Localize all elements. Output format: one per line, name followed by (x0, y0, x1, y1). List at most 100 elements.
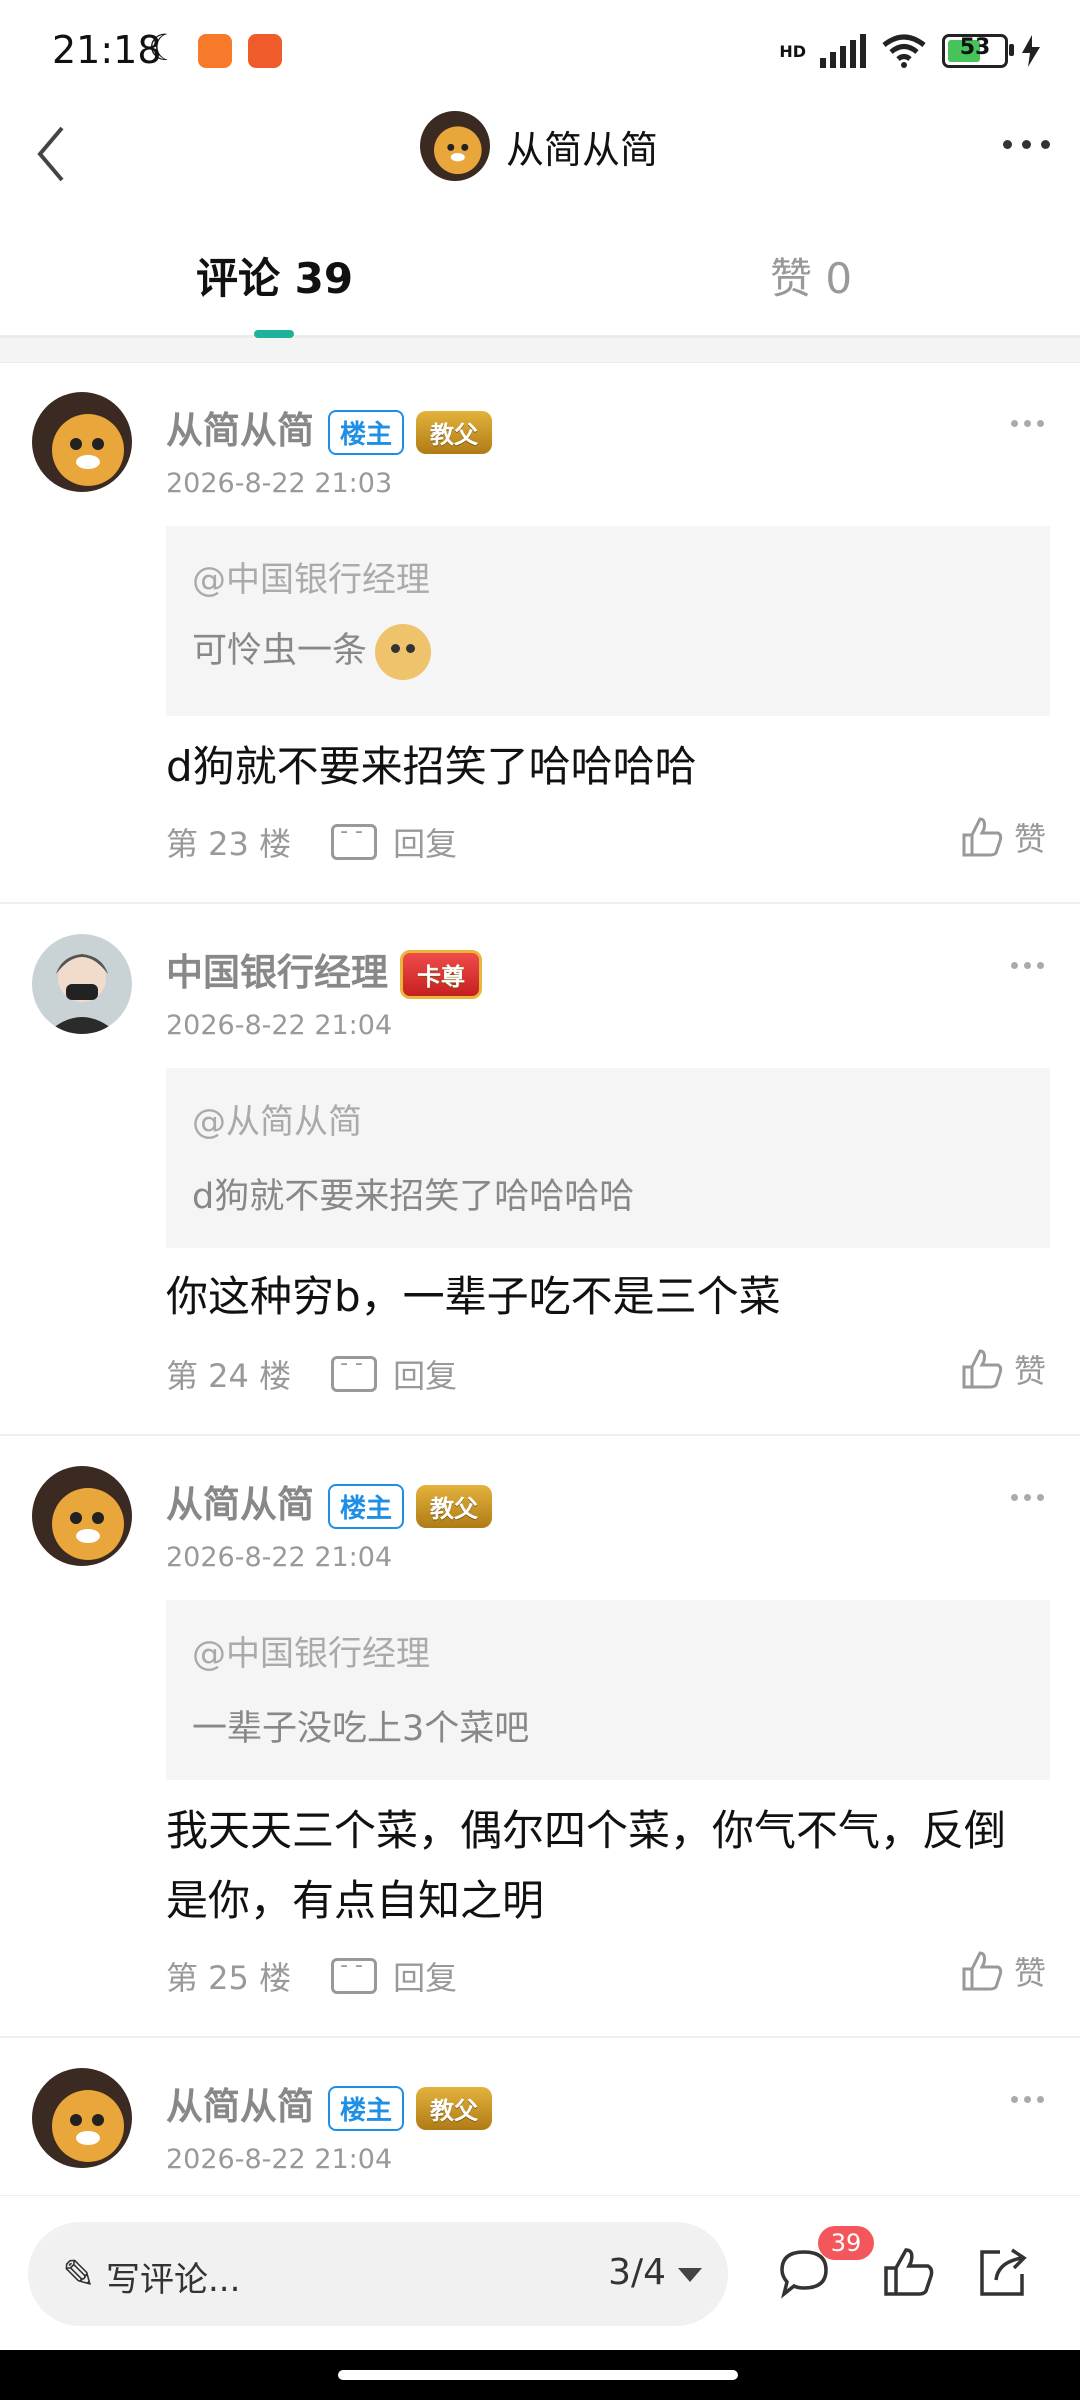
thumbs-up-icon (962, 817, 1003, 857)
medal-badge: 教父 (416, 1485, 493, 1528)
status-time: 21:18 (52, 28, 162, 72)
avatar[interactable] (32, 1466, 132, 1566)
owner-badge: 楼主 (328, 410, 405, 455)
like-button[interactable]: 赞 (960, 1346, 1046, 1392)
wifi-icon (882, 34, 926, 68)
comment-list: 从简从简 楼主 教父 2026-8-22 21:03 @中国银行经理 可怜虫一条 d… (0, 362, 1080, 2238)
comment-time: 2026-8-22 21:03 (166, 468, 393, 499)
reply-button[interactable]: 回复 (393, 1953, 457, 1999)
comment-item: 从简从简 楼主 教父 2026-8-22 21:04 @中国银行经理 一辈子没吃上3… (0, 1436, 1080, 2038)
hd-label: HD (779, 41, 806, 61)
moon-icon: ☾ (148, 28, 181, 69)
comment-more-icon[interactable] (1011, 2096, 1044, 2103)
quote-text: 可怜虫一条 (192, 622, 432, 680)
header-title: 从简从简 (506, 127, 659, 172)
comment-placeholder: 写评论... (106, 2260, 241, 2300)
thumbs-up-icon (962, 1349, 1003, 1389)
comment-time: 2026-8-22 21:04 (166, 2144, 393, 2175)
tab-comments[interactable]: 评论 39 (196, 245, 353, 306)
avatar[interactable] (32, 2068, 132, 2168)
tab-likes[interactable]: 赞 0 (770, 245, 852, 306)
more-options-icon[interactable] (1003, 140, 1050, 149)
owner-badge: 楼主 (328, 2086, 405, 2131)
comment-more-icon[interactable] (1011, 1494, 1044, 1501)
app-notification-icon (248, 34, 282, 68)
comment-footer: 第 25 楼 回复 (166, 1951, 457, 2001)
quote-username: @中国银行经理 (192, 560, 430, 600)
battery-icon: 53 (942, 34, 1014, 68)
quote-text-content: 可怜虫一条 (192, 631, 368, 671)
quoted-comment[interactable]: @中国银行经理 一辈子没吃上3个菜吧 (166, 1600, 1050, 1780)
owner-badge: 楼主 (328, 1484, 405, 1529)
username-text: 从简从简 (166, 1483, 314, 1526)
header-user[interactable]: 从简从简 (420, 110, 658, 182)
active-tab-indicator (254, 330, 294, 338)
thumbs-up-icon[interactable] (880, 2244, 936, 2300)
like-label: 赞 (1013, 820, 1046, 858)
quote-username: @中国银行经理 (192, 1634, 430, 1674)
comment-footer: 第 23 楼 回复 (166, 817, 457, 867)
reply-icon[interactable] (331, 1953, 378, 1994)
battery-level: 53 (959, 35, 991, 60)
avatar[interactable] (32, 392, 132, 492)
like-button[interactable]: 赞 (960, 1948, 1046, 1994)
comment-text-line: 是你，有点自知之明 (166, 1876, 545, 1925)
quote-username: @从简从简 (192, 1102, 362, 1142)
comment-more-icon[interactable] (1011, 420, 1044, 427)
home-indicator[interactable] (0, 2350, 1080, 2400)
share-icon[interactable] (974, 2244, 1030, 2300)
comment-username[interactable]: 中国银行经理 卡尊 (166, 942, 482, 999)
quoted-comment[interactable]: @中国银行经理 可怜虫一条 (166, 526, 1050, 716)
username-text: 从简从简 (166, 2085, 314, 2128)
quoted-comment[interactable]: @从简从简 d狗就不要来招笑了哈哈哈哈 (166, 1068, 1050, 1248)
page-indicator[interactable]: 3/4 (608, 2252, 666, 2293)
like-label: 赞 (1013, 1352, 1046, 1390)
like-label: 赞 (1013, 1954, 1046, 1992)
status-icons: HD 53 (779, 28, 1040, 74)
comment-text: 我天天三个菜，偶尔四个菜，你气不气，反倒 是你，有点自知之明 (166, 1796, 1056, 1936)
comment-item: 从简从简 楼主 教父 2026-8-22 21:03 @中国银行经理 可怜虫一条 d… (0, 362, 1080, 904)
reply-icon[interactable] (331, 819, 378, 860)
top-navigation: 从简从简 (0, 100, 1080, 210)
back-arrow-icon[interactable] (24, 118, 84, 188)
doge-emoji-icon (375, 624, 432, 680)
username-text: 中国银行经理 (166, 951, 388, 994)
comment-time: 2026-8-22 21:04 (166, 1010, 393, 1041)
comment-more-icon[interactable] (1011, 962, 1044, 969)
comment-username[interactable]: 从简从简 楼主 教父 (166, 400, 493, 455)
comment-text-line: 我天天三个菜，偶尔四个菜，你气不气，反倒 (166, 1806, 1007, 1855)
comment-text: d狗就不要来招笑了哈哈哈哈 (166, 742, 697, 791)
divider (0, 338, 1080, 363)
thumbs-up-icon (962, 1951, 1003, 1991)
floor-number: 第 24 楼 (166, 1357, 292, 1395)
medal-badge: 教父 (416, 2087, 493, 2130)
bottom-action-bar: ✎ 写评论... 3/4 39 (0, 2195, 1080, 2351)
comment-item: 中国银行经理 卡尊 2026-8-22 21:04 @从简从简 d狗就不要来招笑了… (0, 904, 1080, 1436)
comment-footer: 第 24 楼 回复 (166, 1349, 457, 1399)
tab-bar: 评论 39 赞 0 (0, 225, 1080, 338)
reply-icon[interactable] (331, 1351, 378, 1392)
comment-input[interactable]: ✎ 写评论... 3/4 (28, 2222, 728, 2326)
floor-number: 第 25 楼 (166, 1959, 292, 1997)
chevron-down-icon[interactable] (678, 2268, 702, 2282)
reply-button[interactable]: 回复 (393, 1351, 457, 1397)
quote-text: d狗就不要来招笑了哈哈哈哈 (192, 1177, 635, 1217)
comment-username[interactable]: 从简从简 楼主 教父 (166, 2076, 493, 2131)
quote-text: 一辈子没吃上3个菜吧 (192, 1709, 530, 1749)
username-text: 从简从简 (166, 409, 314, 452)
comment-username[interactable]: 从简从简 楼主 教父 (166, 1474, 493, 1529)
signal-icon (820, 34, 866, 68)
comment-text: 你这种穷b，一辈子吃不是三个菜 (166, 1272, 781, 1321)
reply-button[interactable]: 回复 (393, 819, 457, 865)
medal-badge: 教父 (416, 411, 493, 454)
like-button[interactable]: 赞 (960, 814, 1046, 860)
pencil-icon: ✎ (62, 2252, 96, 2298)
avatar (420, 111, 490, 181)
charging-icon (1022, 35, 1040, 67)
status-bar: 21:18 ☾ HD 53 (0, 0, 1080, 100)
floor-number: 第 23 楼 (166, 825, 292, 863)
comment-time: 2026-8-22 21:04 (166, 1542, 393, 1573)
avatar[interactable] (32, 934, 132, 1034)
medal-badge: 卡尊 (400, 950, 482, 999)
app-notification-icon (198, 34, 232, 68)
